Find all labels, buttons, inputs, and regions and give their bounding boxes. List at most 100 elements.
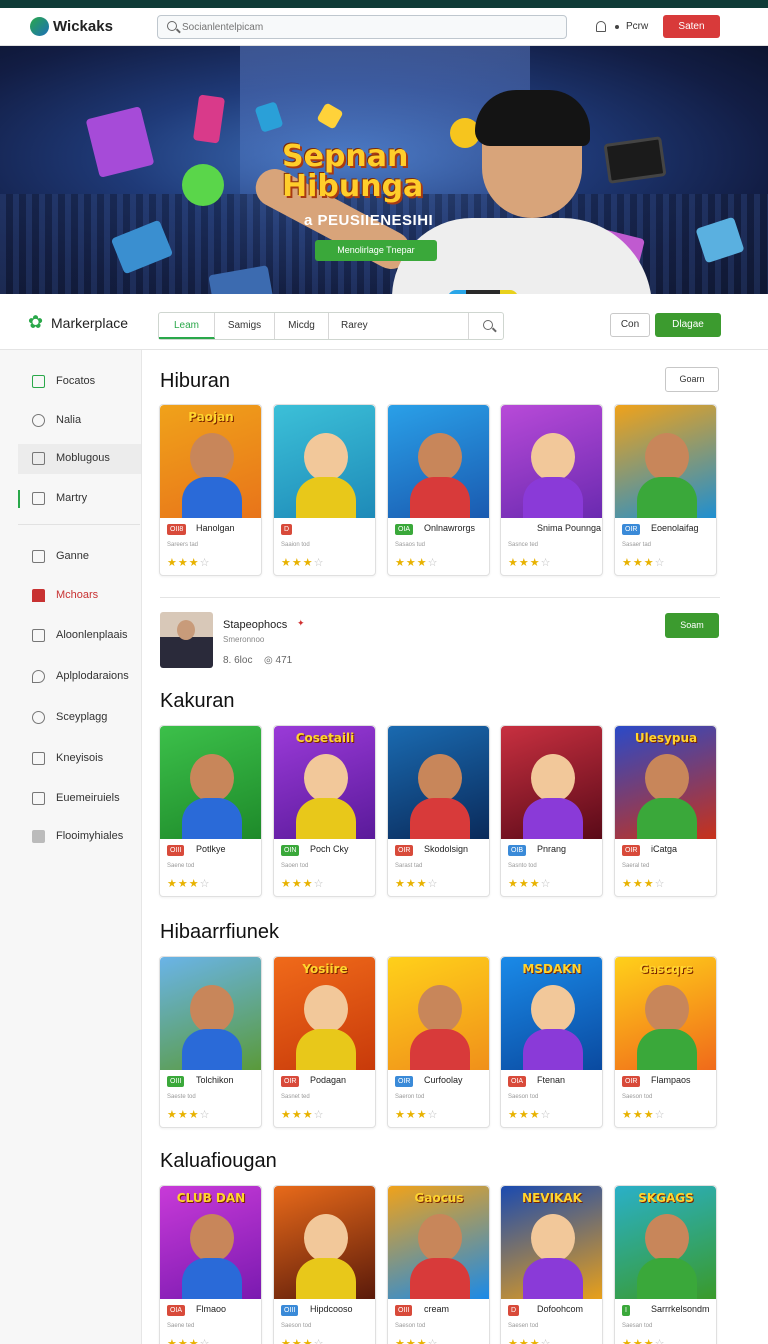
game-thumbnail[interactable]: CLUB DAN [160,1186,261,1299]
card-tag: OIB [508,845,527,856]
game-card[interactable]: SKGAGS I Sarrrkelsondm Saesan tod ★★★☆ [614,1185,717,1344]
card-name[interactable]: Snima Pounnga [537,523,601,533]
game-thumbnail[interactable] [388,726,489,839]
card-name[interactable]: Pnrang [537,844,566,854]
secondary-button[interactable]: Con [610,313,650,337]
game-thumbnail[interactable] [160,957,261,1070]
bell-icon[interactable] [596,21,606,32]
sidebar-item[interactable]: Euemeiruiels [18,784,141,814]
sidebar-item[interactable]: Aplplodaraions [18,662,141,692]
sidebar-item[interactable]: Sceyplagg [18,703,141,733]
game-card[interactable]: Gaocus OIII cream Saeson tod ★★★☆ [387,1185,490,1344]
sidebar-item[interactable]: Moblugous [18,444,141,474]
card-name[interactable]: iCatga [651,844,677,854]
card-name[interactable]: Poch Cky [310,844,349,854]
game-card[interactable]: OIB Pnrang Sasnto tod ★★★☆ [500,725,603,897]
game-thumbnail[interactable] [615,405,716,518]
section-button[interactable]: Goarn [665,367,719,392]
header-button[interactable]: Saten [663,15,720,38]
game-card[interactable]: OIII Potlkye Saene tod ★★★☆ [159,725,262,897]
sidebar-item[interactable]: Flooimyhiales [18,822,141,852]
game-thumbnail[interactable]: Paojan [160,405,261,518]
search-input[interactable] [182,19,552,35]
card-name[interactable]: Eoenolaifag [651,523,699,533]
hero-cta-button[interactable]: Menolirlage Tnepar [315,240,437,261]
game-card[interactable]: CLUB DAN OIA Flmaoo Saene ted ★★★☆ [159,1185,262,1344]
card-name[interactable]: Skodolsign [424,844,468,854]
sidebar-item[interactable]: Martry [18,484,141,514]
character-body [296,477,356,518]
card-tag: OIR [622,845,641,856]
game-card[interactable]: OIII Tolchikon Saeste tod ★★★☆ [159,956,262,1128]
promo-title[interactable]: Stapeophocs [223,619,287,631]
rating-stars: ★★★☆ [167,1337,210,1344]
game-thumbnail[interactable] [388,405,489,518]
badge-icon: ✦ [297,618,305,628]
sidebar-item[interactable]: Aloonlenplaais [18,621,141,651]
game-thumbnail[interactable]: SKGAGS [615,1186,716,1299]
card-name[interactable]: Flampaos [651,1075,691,1085]
character-body [182,1258,242,1299]
sidebar-item[interactable]: Ganne [18,542,141,572]
sidebar-item[interactable]: Nalia [18,406,141,436]
card-name[interactable]: cream [424,1304,449,1314]
tab-samigs[interactable]: Samigs [215,313,275,339]
game-card[interactable]: NEVIKAK D Dofoohcom Saesen tod ★★★☆ [500,1185,603,1344]
game-thumbnail[interactable] [274,405,375,518]
game-card[interactable]: OIII Hipdcooso Saeson tod ★★★☆ [273,1185,376,1344]
game-thumbnail[interactable] [501,726,602,839]
game-banner-text: Paojan [188,410,234,424]
game-card[interactable]: OIR Skodolsign Sarast tad ★★★☆ [387,725,490,897]
game-thumbnail[interactable] [160,726,261,839]
game-banner-text: Ulesypua [634,731,698,745]
game-card[interactable]: Paojan OII8 Hanolgan Sareers tad ★★★☆ [159,404,262,576]
card-name[interactable]: Hanolgan [196,523,235,533]
game-card[interactable]: OIR Eoenolaifag Sasaer tad ★★★☆ [614,404,717,576]
bag-icon [32,792,45,805]
card-name[interactable]: Sarrrkelsondm [651,1304,710,1314]
sidebar-item[interactable]: Mchoars [18,581,141,611]
sidebar-item[interactable]: Focatos [18,367,141,397]
card-name[interactable]: Dofoohcom [537,1304,583,1314]
card-name[interactable]: Podagan [310,1075,346,1085]
search-icon[interactable] [483,320,493,330]
marketplace-title: Markerplace [51,315,129,331]
game-thumbnail[interactable]: Gascqrs [615,957,716,1070]
game-card[interactable]: Snima Pounnga Sasnce ted ★★★☆ [500,404,603,576]
game-thumbnail[interactable]: NEVIKAK [501,1186,602,1299]
game-thumbnail[interactable]: Yosiire [274,957,375,1070]
header-link[interactable]: Pcrw [626,21,648,32]
primary-button[interactable]: Dlagae [655,313,721,337]
card-name[interactable]: Curfoolay [424,1075,463,1085]
game-card[interactable]: Cosetaili OIN Poch Cky Saoen tod ★★★☆ [273,725,376,897]
tab-leam[interactable]: Leam [159,313,215,339]
game-thumbnail[interactable] [388,957,489,1070]
card-name[interactable]: Tolchikon [196,1075,234,1085]
card-name[interactable]: Potlkye [196,844,226,854]
promo-thumbnail[interactable] [160,612,213,668]
game-thumbnail[interactable]: Cosetaili [274,726,375,839]
game-card[interactable]: Yosiire OIR Podagan Sasnet ted ★★★☆ [273,956,376,1128]
game-card[interactable]: D Saaion tod ★★★☆ [273,404,376,576]
game-thumbnail[interactable]: Gaocus [388,1186,489,1299]
sidebar-item[interactable]: Kneyisois [18,744,141,774]
tab-rarey[interactable]: Rarey [329,313,469,339]
game-card[interactable]: OIA Onlnawrorgs Sasaos tud ★★★☆ [387,404,490,576]
sidebar-item-label: Nalia [56,414,82,426]
card-name[interactable]: Onlnawrorgs [424,523,475,533]
promo-button[interactable]: Soam [665,613,719,638]
game-card[interactable]: MSDAKN OIA Ftenan Saeson tod ★★★☆ [500,956,603,1128]
search-bar[interactable] [157,15,567,39]
star-empty-icon: ☆ [199,1338,211,1344]
game-card[interactable]: Gascqrs OIR Flampaos Saeson tod ★★★☆ [614,956,717,1128]
game-card[interactable]: Ulesypua OIR iCatga Saeral ted ★★★☆ [614,725,717,897]
game-card[interactable]: OIR Curfoolay Saeron tod ★★★☆ [387,956,490,1128]
card-name[interactable]: Flmaoo [196,1304,226,1314]
game-thumbnail[interactable] [274,1186,375,1299]
card-name[interactable]: Hipdcooso [310,1304,353,1314]
game-thumbnail[interactable]: Ulesypua [615,726,716,839]
tab-micdg[interactable]: Micdg [275,313,329,339]
game-thumbnail[interactable] [501,405,602,518]
game-thumbnail[interactable]: MSDAKN [501,957,602,1070]
card-name[interactable]: Ftenan [537,1075,565,1085]
